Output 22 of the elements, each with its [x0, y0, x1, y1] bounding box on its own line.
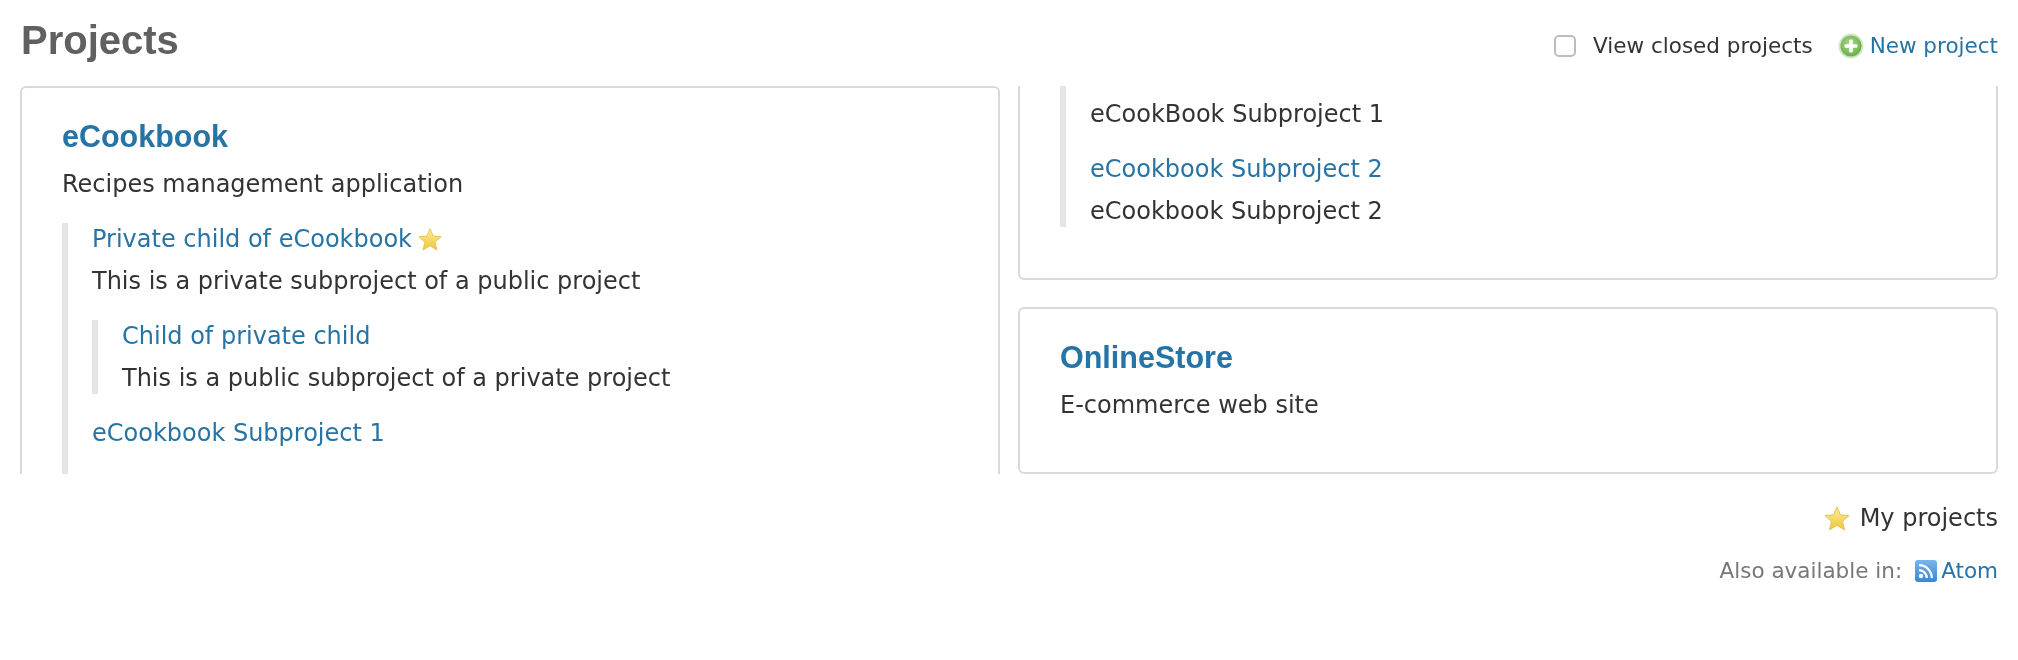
- subproject-link[interactable]: Private child of eCookbook: [92, 223, 412, 255]
- star-icon: [1823, 505, 1850, 531]
- checkbox[interactable]: [1554, 35, 1577, 57]
- subproject-description: eCookBook Subproject 1: [1090, 99, 1386, 130]
- subproject-link[interactable]: eCookbook Subproject 2: [1090, 153, 1383, 185]
- page-title: Projects: [21, 17, 179, 64]
- legend-label: My projects: [1859, 503, 1998, 534]
- project-title-link[interactable]: OnlineStore: [1060, 337, 1233, 377]
- subproject-link[interactable]: eCookbook Subproject 1: [92, 417, 385, 449]
- subproject-description: This is a public subproject of a private project: [122, 363, 672, 394]
- formats-label: Also available in:: [1719, 557, 1903, 585]
- project-description: Recipes management application: [62, 169, 465, 200]
- plus-icon: [1837, 33, 1864, 59]
- subproject-link[interactable]: Child of private child: [122, 320, 371, 352]
- project-title-link[interactable]: eCookbook: [62, 116, 229, 156]
- new-project-link[interactable]: New project: [1837, 30, 1998, 62]
- checkbox-label: View closed projects: [1593, 32, 1813, 60]
- subproject-description: eCookbook Subproject 2: [1090, 196, 1384, 227]
- feed-link[interactable]: Atom: [1915, 556, 1998, 586]
- rss-icon: [1915, 560, 1938, 582]
- project-description: E-commerce web site: [1060, 390, 1320, 421]
- subproject-description: This is a private subproject of a public project: [92, 266, 642, 297]
